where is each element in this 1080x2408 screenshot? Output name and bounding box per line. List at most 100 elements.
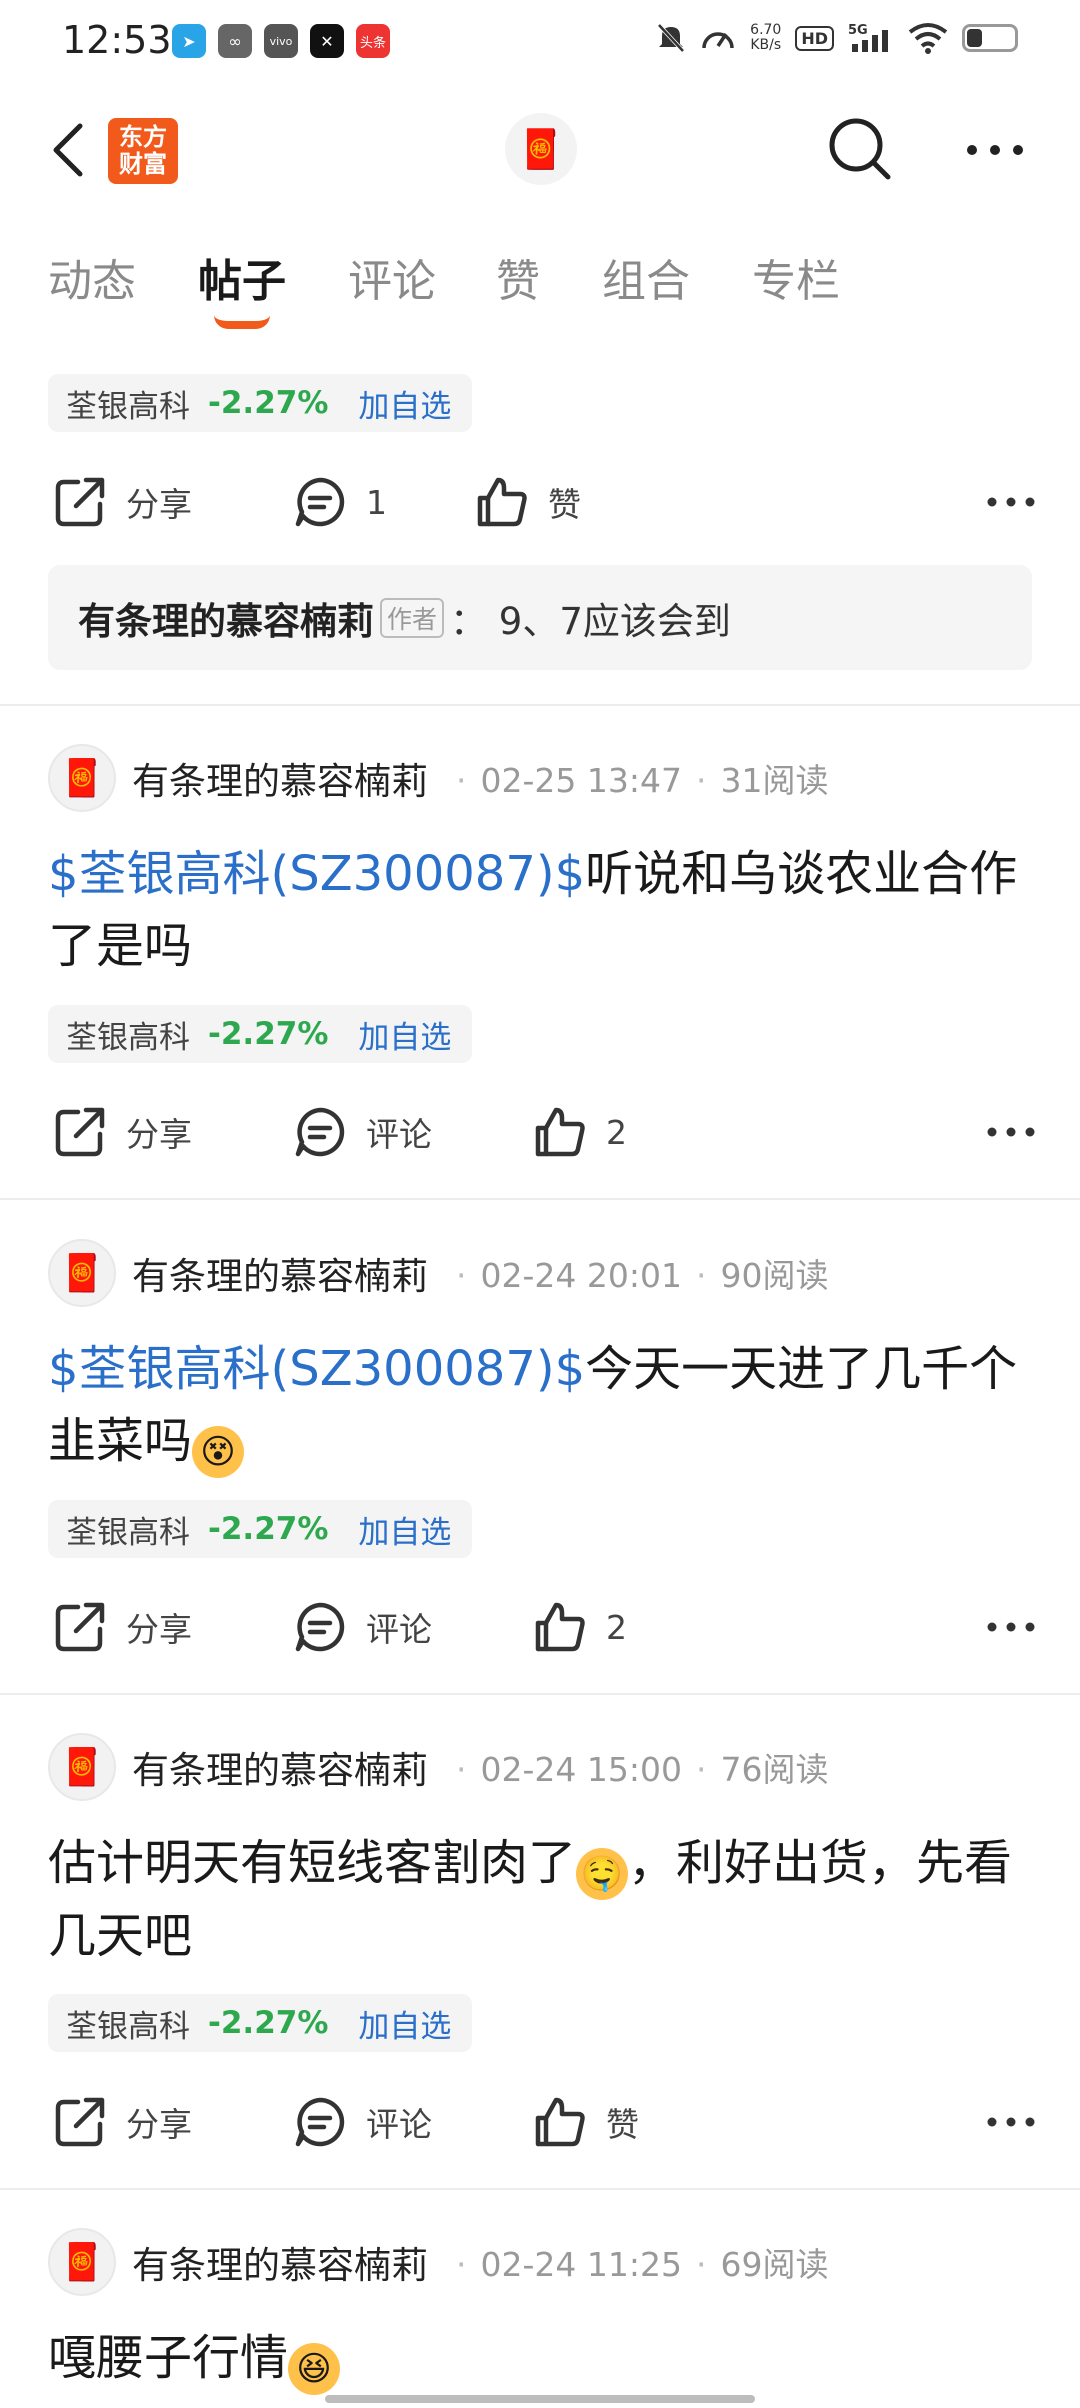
stock-name: 荃银高科 — [66, 2008, 190, 2045]
comment-icon — [295, 1602, 345, 1652]
avatar[interactable]: 🧧 — [48, 744, 116, 812]
back-button[interactable] — [38, 115, 98, 185]
tab-portfolio[interactable]: 组合 — [602, 245, 690, 309]
share-button[interactable]: 分享 — [52, 462, 192, 542]
add-watchlist-button[interactable]: 加自选 — [358, 2001, 451, 2046]
post-author[interactable]: 有条理的慕容楠莉 — [132, 1246, 428, 1300]
like-button[interactable]: 赞 — [532, 2082, 639, 2162]
search-button[interactable] — [826, 115, 896, 185]
stock-link[interactable]: $荃银高科(SZ300087)$ — [48, 1341, 585, 1397]
share-icon — [55, 2097, 105, 2147]
avatar[interactable]: 🧧 — [48, 1239, 116, 1307]
post-content[interactable]: $荃银高科(SZ300087)$听说和乌谈农业合作了是吗 — [48, 838, 1038, 982]
post-actions: 分享 评论 2 — [0, 1092, 1080, 1172]
more-horizontal-icon — [987, 497, 1035, 507]
hd-badge: HD — [795, 25, 834, 51]
eastmoney-logo[interactable]: 东方 财富 — [108, 118, 178, 184]
more-horizontal-icon — [987, 2117, 1035, 2127]
svg-text:5G: 5G — [848, 23, 868, 38]
comment-preview[interactable]: 有条理的慕容楠莉 作者 ： 9、7应该会到 — [48, 565, 1032, 670]
add-watchlist-button[interactable]: 加自选 — [358, 381, 451, 426]
thumbs-up-icon — [535, 1107, 585, 1157]
post-more-button[interactable] — [976, 2082, 1046, 2162]
share-button[interactable]: 分享 — [52, 2082, 192, 2162]
comment-button[interactable]: 评论 — [292, 1587, 432, 1667]
post-actions: 分享 评论 2 — [0, 1587, 1080, 1667]
stock-change: -2.27% — [208, 385, 329, 421]
more-options-button[interactable] — [960, 115, 1030, 185]
active-tab-indicator — [214, 315, 270, 329]
tab-likes[interactable]: 赞 — [496, 245, 540, 309]
stock-name: 荃银高科 — [66, 1019, 190, 1056]
post-header: 🧧 有条理的慕容楠莉 · 02-24 11:25 · 69阅读 — [48, 2226, 1048, 2298]
stock-chip[interactable]: 荃银高科 -2.27% 加自选 — [48, 374, 472, 432]
drooling-face-emoji: 🤤 — [576, 1848, 629, 1900]
tab-comments[interactable]: 评论 — [348, 245, 436, 309]
avatar[interactable]: 🧧 — [48, 2228, 116, 2296]
comment-icon — [295, 477, 345, 527]
thumbs-up-icon — [477, 477, 527, 527]
home-indicator[interactable] — [325, 2395, 755, 2403]
comment-button[interactable]: 评论 — [292, 2082, 432, 2162]
post-more-button[interactable] — [976, 462, 1046, 542]
tab-dynamics[interactable]: 动态 — [48, 245, 136, 309]
post-author[interactable]: 有条理的慕容楠莉 — [132, 1740, 428, 1794]
post-actions: 分享 评论 赞 — [0, 2082, 1080, 2162]
net-speed: 6.70 KB/s — [750, 22, 782, 53]
top-nav-bar: 东方 财富 🧧 — [0, 95, 1080, 205]
profile-tabs: 动态 帖子 评论 赞 组合 专栏 — [0, 245, 1080, 335]
link-icon: ∞ — [218, 24, 252, 58]
divider — [0, 1198, 1080, 1200]
share-button[interactable]: 分享 — [52, 1092, 192, 1172]
share-icon — [55, 1602, 105, 1652]
more-horizontal-icon — [987, 1127, 1035, 1137]
stock-chip[interactable]: 荃银高科 -2.27% 加自选 — [48, 1994, 472, 2052]
post-content[interactable]: $荃银高科(SZ300087)$今天一天进了几千个韭菜吗 😵 — [48, 1333, 1038, 1478]
add-watchlist-button[interactable]: 加自选 — [358, 1507, 451, 1552]
toutiao-icon: 头条 — [356, 24, 391, 58]
user-avatar[interactable]: 🧧 — [505, 113, 577, 185]
stock-link[interactable]: $荃银高科(SZ300087)$ — [48, 846, 585, 902]
like-button[interactable]: 赞 — [474, 462, 581, 542]
post-more-button[interactable] — [976, 1587, 1046, 1667]
stock-change: -2.27% — [208, 1511, 329, 1547]
wifi-icon — [908, 23, 948, 54]
status-indicators: 6.70 KB/s HD 5G — [656, 22, 1018, 54]
status-time: 12:53 — [62, 18, 172, 62]
thumbs-up-icon — [535, 2097, 585, 2147]
comment-button[interactable]: 评论 — [292, 1092, 432, 1172]
speed-gauge-icon — [702, 32, 734, 49]
post-meta: · 02-24 11:25 · 69阅读 — [456, 2245, 829, 2284]
more-horizontal-icon — [987, 1622, 1035, 1632]
post-author[interactable]: 有条理的慕容楠莉 — [132, 751, 428, 805]
comment-author: 有条理的慕容楠莉 — [78, 599, 374, 643]
post-meta: · 02-25 13:47 · 31阅读 — [456, 761, 829, 800]
divider — [0, 2188, 1080, 2190]
post-header: 🧧 有条理的慕容楠莉 · 02-24 20:01 · 90阅读 — [48, 1237, 1048, 1309]
stock-chip[interactable]: 荃银高科 -2.27% 加自选 — [48, 1500, 472, 1558]
comment-icon — [295, 1107, 345, 1157]
post-more-button[interactable] — [976, 1092, 1046, 1172]
capcut-icon: ✕ — [310, 24, 344, 58]
stock-name: 荃银高科 — [66, 1514, 190, 1551]
tab-posts[interactable]: 帖子 — [198, 245, 286, 309]
status-bar: 12:53 ➤ ∞ vivo ✕ 头条 6.70 KB/s HD 5G — [0, 0, 1080, 90]
post-content[interactable]: 估计明天有短线客割肉了 🤤 ，利好出货，先看几天吧 — [48, 1827, 1038, 1972]
post-header: 🧧 有条理的慕容楠莉 · 02-25 13:47 · 31阅读 — [48, 742, 1048, 814]
chevron-left-icon — [53, 123, 83, 177]
like-button[interactable]: 2 — [532, 1587, 627, 1667]
post-content[interactable]: 嘎腰子行情 😆 — [48, 2322, 1038, 2395]
post-header: 🧧 有条理的慕容楠莉 · 02-24 15:00 · 76阅读 — [48, 1731, 1048, 1803]
like-button[interactable]: 2 — [532, 1092, 627, 1172]
stock-chip[interactable]: 荃银高科 -2.27% 加自选 — [48, 1005, 472, 1063]
tab-column[interactable]: 专栏 — [752, 245, 840, 309]
avatar[interactable]: 🧧 — [48, 1733, 116, 1801]
comment-button[interactable]: 1 — [292, 462, 387, 542]
divider — [0, 1693, 1080, 1695]
add-watchlist-button[interactable]: 加自选 — [358, 1012, 451, 1057]
status-app-icons: ➤ ∞ vivo ✕ 头条 — [172, 24, 391, 58]
post-author[interactable]: 有条理的慕容楠莉 — [132, 2235, 428, 2289]
post-meta: · 02-24 15:00 · 76阅读 — [456, 1750, 829, 1789]
share-button[interactable]: 分享 — [52, 1587, 192, 1667]
stock-change: -2.27% — [208, 1016, 329, 1052]
